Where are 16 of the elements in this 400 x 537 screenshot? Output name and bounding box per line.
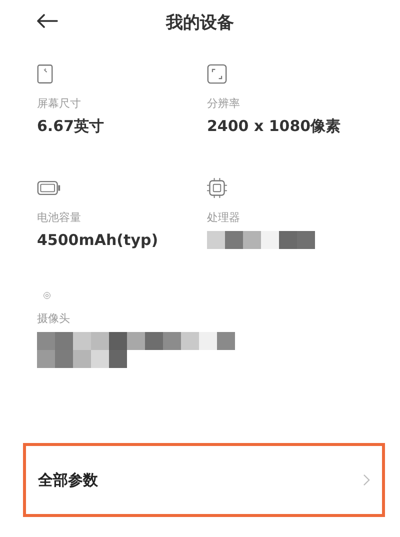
spec-value: 6.67英寸 (37, 117, 104, 136)
chip-icon (207, 178, 227, 198)
spec-label: 分辨率 (207, 96, 240, 111)
spec-value: 4500mAh(typ) (37, 231, 158, 249)
spec-value: 2400 x 1080像素 (207, 117, 341, 136)
spec-label: 处理器 (207, 210, 240, 225)
spec-label: 屏幕尺寸 (37, 96, 81, 111)
all-parameters-row[interactable]: 全部参数 (23, 443, 385, 517)
spec-label: 摄像头 (37, 311, 70, 326)
phone-icon (37, 64, 53, 84)
screen-corners-icon (207, 64, 227, 84)
battery-icon (37, 178, 61, 198)
page-title: 我的设备 (166, 12, 234, 34)
back-arrow-icon[interactable] (36, 14, 58, 28)
spec-label: 电池容量 (37, 210, 81, 225)
chevron-right-icon (363, 474, 370, 486)
